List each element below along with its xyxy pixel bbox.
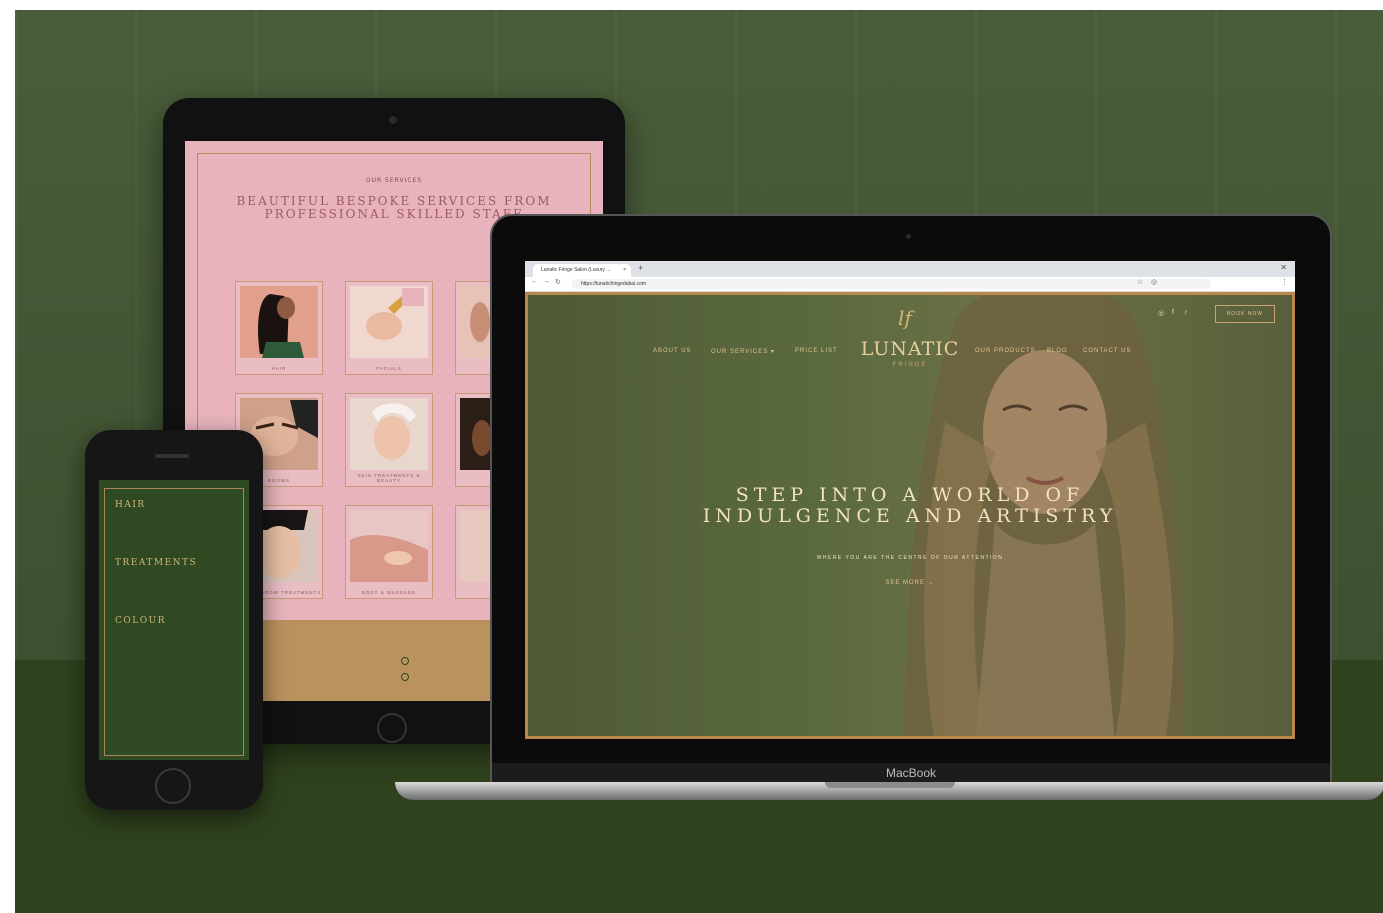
tablet-camera xyxy=(389,116,397,124)
price-row xyxy=(115,590,233,596)
nav-blog[interactable]: BLOG xyxy=(1047,348,1068,354)
price-row xyxy=(115,516,233,522)
skin-photo xyxy=(350,398,428,470)
footer-bullet-icon xyxy=(401,673,409,681)
services-kicker: OUR SERVICES xyxy=(365,177,423,184)
tab-close-icon[interactable]: × xyxy=(623,264,626,277)
see-more-link[interactable]: SEE MORE → xyxy=(865,580,955,586)
price-row xyxy=(115,704,233,710)
laptop-brand-label: MacBook xyxy=(492,763,1330,783)
price-section-hair: HAIR xyxy=(115,500,146,510)
phone-speaker xyxy=(155,454,189,458)
phone-home-button xyxy=(155,768,191,804)
reload-icon[interactable]: ↻ xyxy=(555,278,561,286)
price-row xyxy=(115,582,233,588)
facebook-icon[interactable]: f xyxy=(1172,309,1174,316)
nav-our-products[interactable]: OUR PRODUCTS xyxy=(975,348,1036,354)
service-caption: FACIALS xyxy=(376,366,402,371)
browser-toolbar: ← → ↻ https://lunaticfringedubai.com ☆ ◎… xyxy=(525,277,1295,292)
browser-tab-strip: Lunatic Fringe Salon (Luxury ... × + ✕ xyxy=(525,261,1295,277)
laptop-screen: Lunatic Fringe Salon (Luxury ... × + ✕ ←… xyxy=(525,261,1295,739)
price-row xyxy=(115,720,233,726)
laptop-device: Lunatic Fringe Salon (Luxury ... × + ✕ ←… xyxy=(490,214,1332,788)
service-card-hair[interactable]: HAIR xyxy=(235,281,323,375)
price-row xyxy=(115,598,233,604)
window-close-icon[interactable]: ✕ xyxy=(1280,263,1287,272)
back-icon[interactable]: ← xyxy=(531,278,538,285)
nav-contact-us[interactable]: CONTACT US xyxy=(1083,348,1131,354)
hero-subtitle: WHERE YOU ARE THE CENTRE OF OUR ATTENTIO… xyxy=(816,555,1004,561)
tablet-home-button xyxy=(377,713,407,743)
service-caption: BODY & MASSAGE xyxy=(361,590,417,595)
website-hero: lf LUNATIC FRINGE ABOUT US OUR SERVICES … xyxy=(525,292,1295,739)
nav-price-list[interactable]: PRICE LIST xyxy=(795,348,838,354)
price-row xyxy=(115,640,233,646)
tiktok-icon[interactable]: ♪ xyxy=(1184,309,1188,316)
service-card-skin[interactable]: SKIN TREATMENTS & BEAUTY xyxy=(345,393,433,487)
price-section-colour: COLOUR xyxy=(115,616,166,626)
mockup-scene: OUR SERVICES BEAUTIFUL BESPOKE SERVICES … xyxy=(15,10,1383,913)
price-row xyxy=(115,656,233,662)
hero-title: STEP INTO A WORLD OF INDULGENCE AND ARTI… xyxy=(665,485,1155,527)
service-card-body[interactable]: BODY & MASSAGE xyxy=(345,505,433,599)
service-caption: HAIR xyxy=(271,366,287,371)
phone-device: HAIR TREATMENTS COLOUR xyxy=(85,430,263,810)
price-row xyxy=(115,696,233,702)
footer-bullet-icon xyxy=(401,657,409,665)
bookmark-star-icon[interactable]: ☆ xyxy=(1137,278,1143,286)
hero-title-line2: INDULGENCE AND ARTISTRY xyxy=(702,505,1118,527)
price-row xyxy=(115,648,233,654)
logo-wordmark[interactable]: LUNATIC xyxy=(855,338,965,360)
price-row xyxy=(115,680,233,686)
hero-title-line1: STEP INTO A WORLD OF xyxy=(735,484,1085,506)
service-card-facials[interactable]: FACIALS xyxy=(345,281,433,375)
laptop-camera xyxy=(906,234,911,239)
price-row xyxy=(115,664,233,670)
logo-monogram[interactable]: lf xyxy=(898,306,912,330)
price-row xyxy=(115,532,233,538)
price-row xyxy=(115,672,233,678)
price-row xyxy=(115,540,233,546)
price-row xyxy=(115,688,233,694)
forward-icon[interactable]: → xyxy=(543,278,550,285)
price-row xyxy=(115,524,233,530)
browser-tab[interactable]: Lunatic Fringe Salon (Luxury ... × xyxy=(533,264,631,277)
price-row xyxy=(115,574,233,580)
address-bar[interactable]: https://lunaticfringedubai.com xyxy=(571,279,1211,289)
book-now-button[interactable]: BOOK NOW xyxy=(1215,305,1275,323)
new-tab-icon[interactable]: + xyxy=(638,263,643,273)
tab-title: Lunatic Fringe Salon (Luxury ... xyxy=(541,267,611,273)
body-photo xyxy=(350,510,428,582)
price-row xyxy=(115,736,233,742)
nav-about-us[interactable]: ABOUT US xyxy=(653,348,692,354)
price-row xyxy=(115,712,233,718)
service-caption: SKIN TREATMENTS & BEAUTY xyxy=(357,473,421,483)
phone-screen: HAIR TREATMENTS COLOUR xyxy=(99,480,249,760)
laptop-notch xyxy=(825,782,955,788)
instagram-icon[interactable]: ◎ xyxy=(1158,309,1164,317)
facials-photo xyxy=(350,286,428,358)
price-section-treatments: TREATMENTS xyxy=(115,558,198,568)
nav-our-services[interactable]: OUR SERVICES ▾ xyxy=(711,348,775,355)
profile-icon[interactable]: ◎ xyxy=(1151,278,1157,286)
price-row xyxy=(115,632,233,638)
laptop-base xyxy=(395,782,1383,800)
menu-icon[interactable]: ⋮ xyxy=(1281,278,1288,286)
logo-subtitle: FRINGE xyxy=(892,362,928,368)
hair-photo xyxy=(240,286,318,358)
price-row xyxy=(115,728,233,734)
